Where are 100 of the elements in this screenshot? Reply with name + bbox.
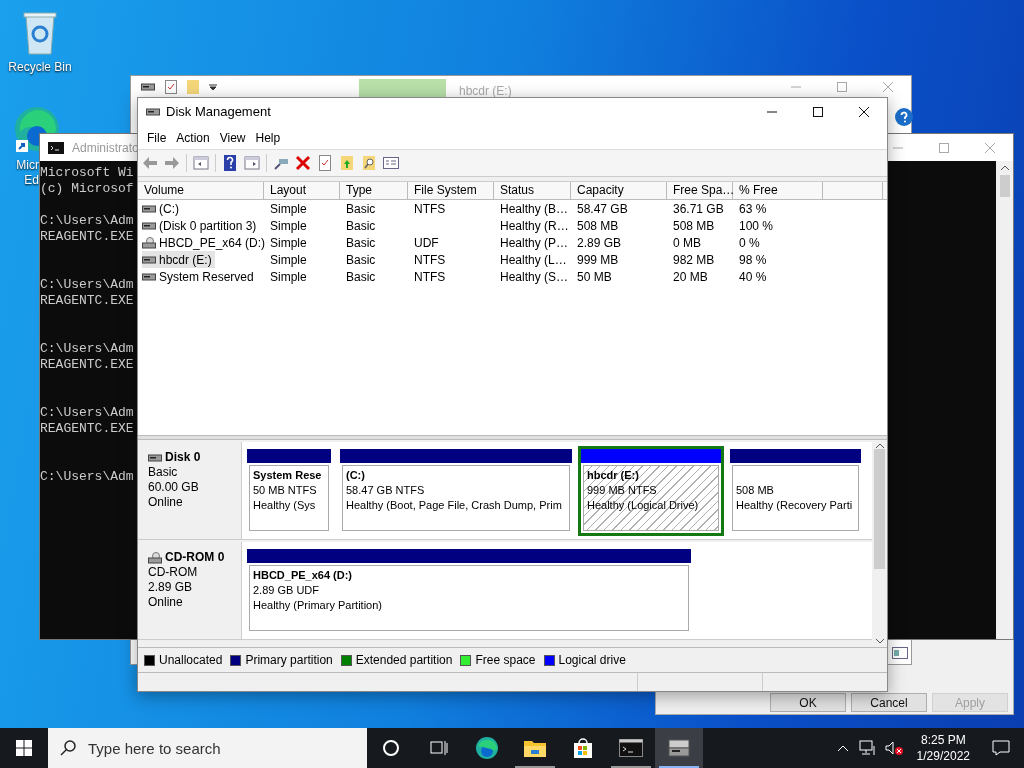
table-cell-text: Simple	[269, 234, 307, 252]
back-icon[interactable]	[142, 155, 158, 171]
console-line: C:\Users\Adm	[40, 213, 134, 229]
volume-muted-icon[interactable]	[884, 740, 905, 756]
table-cell-text: Simple	[269, 268, 307, 286]
menu-item[interactable]: File	[142, 128, 172, 147]
table-cell-text: Simple	[269, 251, 307, 269]
folder-icon[interactable]	[339, 155, 355, 171]
table-cell-text: 20 MB	[672, 268, 708, 286]
network-icon[interactable]	[858, 740, 877, 756]
delete-icon[interactable]	[295, 155, 311, 171]
checklist-icon[interactable]	[165, 80, 177, 94]
maximize-icon	[813, 107, 823, 117]
legend-label: Free space	[475, 652, 536, 669]
column-header[interactable]: Status	[494, 182, 571, 199]
table-cell-text: Simple	[269, 217, 307, 235]
drive-label[interactable]: hbcdr (E:)	[142, 251, 215, 268]
partition-info: 508 MB	[736, 483, 775, 498]
checklist-icon[interactable]	[317, 155, 333, 171]
console-icon	[48, 141, 64, 154]
table-cell-text: Healthy (R…	[499, 217, 569, 235]
legend-label: Primary partition	[245, 652, 333, 669]
pane-icon[interactable]	[193, 155, 209, 171]
taskbar-button[interactable]	[655, 728, 703, 768]
window-title: Disk Management	[166, 103, 271, 122]
column-header[interactable]: % Free	[733, 182, 823, 199]
partition-info: Healthy (Sys	[253, 498, 317, 513]
table-cell-text: 50 MB	[576, 268, 612, 286]
browser-icon	[475, 736, 499, 760]
partition-info: Healthy (Boot, Page File, Crash Dump, Prim	[346, 498, 563, 513]
scrollbar[interactable]	[996, 161, 1013, 639]
icon-label: Micr	[16, 158, 39, 173]
app-icon	[146, 107, 160, 117]
scroll-thumb[interactable]	[999, 175, 1010, 197]
search-field[interactable]: Type here to search	[48, 728, 367, 768]
partition-block[interactable]: hbcdr (E:) 999 MB NTFS Healthy (Logical Drive)	[578, 446, 724, 536]
table-cell-text: 508 MB	[576, 217, 619, 235]
help-icon[interactable]	[895, 108, 913, 126]
table-cell-text: NTFS	[413, 268, 446, 286]
legend-label: Extended partition	[355, 652, 453, 669]
table-cell-text: 2.89 GB	[576, 234, 622, 252]
forward-icon[interactable]	[164, 155, 180, 171]
properties-icon[interactable]	[892, 647, 908, 659]
console-line: Microsoft Wi	[40, 165, 134, 181]
disk-drive-icon	[667, 738, 691, 758]
close-icon	[859, 107, 869, 117]
drive-label[interactable]: System Reserved	[142, 268, 257, 285]
partition-info: 58.47 GB NTFS	[346, 483, 426, 498]
chevron-up-icon[interactable]	[836, 744, 849, 752]
folder-search-icon[interactable]	[361, 155, 377, 171]
column-header[interactable]: Capacity	[571, 182, 667, 199]
menu-item[interactable]: Help	[250, 128, 286, 147]
pane-icon[interactable]	[244, 155, 260, 171]
disk-info: Online	[148, 595, 184, 610]
partition-title: HBCD_PE_x64 (D:)	[253, 568, 354, 583]
table-cell-text: Basic	[345, 268, 376, 286]
partition-info: 50 MB NTFS	[253, 483, 318, 498]
column-header[interactable]: Volume	[138, 182, 264, 199]
clock-date[interactable]: 1/29/2022	[916, 748, 970, 764]
dialog-button[interactable]: Cancel	[851, 693, 927, 712]
clock-time[interactable]: 8:25 PM	[920, 732, 966, 748]
shopping-bag-icon	[572, 737, 594, 759]
table-cell-text: Basic	[345, 217, 376, 235]
menu-item[interactable]: View	[214, 128, 251, 147]
drive-label[interactable]: HBCD_PE_x64 (D:)	[142, 234, 269, 251]
partition-info: Healthy (Primary Partition)	[253, 598, 383, 613]
column-header[interactable]: Layout	[264, 182, 340, 199]
menu-item[interactable]: Action	[171, 128, 215, 147]
drive-label[interactable]: (C:)	[142, 200, 182, 217]
disk-info: Online	[148, 495, 184, 510]
folder-icon	[523, 738, 547, 758]
console-line: C:\Users\Adm	[40, 277, 134, 293]
console-line: (c) Microsof	[40, 181, 134, 197]
scroll-down-icon[interactable]	[875, 638, 884, 644]
properties-icon[interactable]	[383, 155, 399, 171]
disk-label-panel[interactable]: Disk 0 Basic 60.00 GB Online	[138, 442, 242, 540]
icon-label: Recycle Bin	[8, 59, 72, 76]
windows-logo-icon	[16, 740, 32, 756]
help-icon[interactable]	[222, 155, 238, 171]
shortcut-arrow-icon	[16, 140, 28, 152]
dropdown-icon[interactable]	[209, 83, 217, 91]
column-header[interactable]: Type	[340, 182, 408, 199]
table-cell-text: 63 %	[738, 200, 767, 218]
task-view-icon	[430, 739, 448, 757]
column-header[interactable]: File System	[408, 182, 494, 199]
table-cell-text: 0 %	[738, 234, 760, 252]
column-header[interactable]: Free Spa…	[667, 182, 733, 199]
breadcrumb-text: hbcdr (E:)	[459, 83, 512, 100]
dialog-button[interactable]: OK	[770, 693, 846, 712]
window-title: Administrato	[72, 139, 139, 157]
table-cell-text: 58.47 GB	[576, 200, 628, 218]
notification-icon[interactable]	[992, 740, 1010, 756]
scroll-up-icon[interactable]	[875, 443, 884, 449]
table-cell-text: 982 MB	[672, 251, 715, 269]
disk-label-panel[interactable]: CD-ROM 0 CD-ROM 2.89 GB Online	[138, 542, 242, 640]
table-cell-text: Healthy (P…	[499, 234, 569, 252]
console-line: REAGENTC.EXE	[40, 421, 134, 437]
drive-label[interactable]: (Disk 0 partition 3)	[142, 217, 260, 234]
scroll-up-icon[interactable]	[1000, 165, 1009, 171]
table-cell-text: Basic	[345, 234, 376, 252]
